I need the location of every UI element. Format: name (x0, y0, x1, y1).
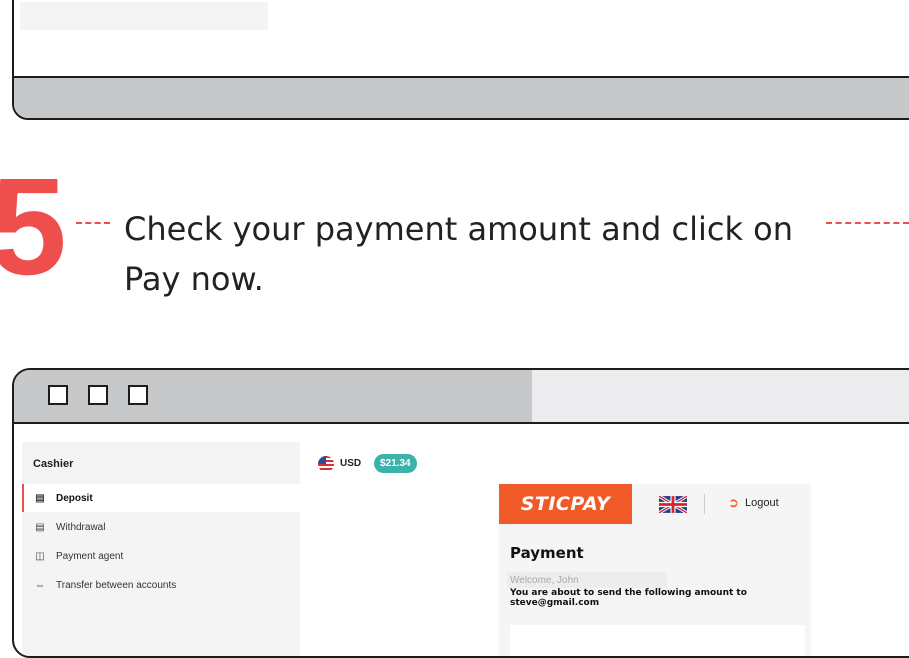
sidebar-item-withdrawal[interactable]: ▤ Withdrawal (22, 513, 300, 541)
payment-agent-icon: ◫ (35, 550, 45, 562)
previous-window-panel (20, 2, 268, 30)
sidebar-item-label: Payment agent (56, 550, 124, 562)
welcome-text: Welcome, John (510, 575, 579, 586)
header-divider (704, 494, 705, 514)
logout-link[interactable]: Logout (745, 497, 779, 509)
wallet-icon: ▤ (35, 492, 45, 504)
address-area (532, 370, 909, 422)
sidebar-title: Cashier (33, 458, 74, 470)
previous-window-footer (14, 76, 909, 118)
window-button-1[interactable] (48, 385, 68, 405)
payment-title: Payment (510, 544, 584, 562)
balance-badge: $21.34 (374, 454, 417, 473)
step-number: 5 (0, 150, 67, 304)
step-instruction-line1: Check your payment amount and click on (124, 210, 793, 248)
sticpay-logo: STICPAY (499, 484, 632, 524)
sidebar-item-transfer[interactable]: ⇔ Transfer between accounts (22, 571, 300, 599)
payment-message: You are about to send the following amou… (510, 588, 790, 608)
window-titlebar (14, 370, 909, 424)
logout-icon[interactable]: ➲ (728, 495, 739, 511)
us-flag-icon (318, 456, 334, 472)
window-button-2[interactable] (88, 385, 108, 405)
wallet-icon: ▤ (35, 521, 45, 533)
payment-message-text: You are about to send the following amou… (510, 588, 747, 598)
sidebar-item-label: Transfer between accounts (56, 579, 177, 591)
dashed-line-right (826, 222, 909, 224)
step-instruction-line2: Pay now. (124, 260, 264, 298)
recipient-email: steve@gmail.com (510, 598, 600, 608)
sticpay-panel: STICPAY ➲ Logout Payment Welcome, John Y… (499, 484, 811, 656)
uk-flag-icon[interactable] (659, 496, 687, 513)
sidebar-item-label: Deposit (56, 492, 93, 504)
previous-step-window (12, 0, 909, 120)
transfer-icon: ⇔ (35, 579, 45, 591)
sidebar-item-label: Withdrawal (56, 521, 106, 533)
browser-window: Cashier ▤ Deposit ▤ Withdrawal ◫ Payment… (12, 368, 909, 658)
window-button-3[interactable] (128, 385, 148, 405)
amount-field (510, 625, 805, 656)
step-instruction: Check your payment amount and click on P… (124, 204, 814, 304)
currency-code[interactable]: USD (340, 458, 361, 469)
sidebar-item-deposit[interactable]: ▤ Deposit (22, 484, 300, 512)
sidebar-item-payment-agent[interactable]: ◫ Payment agent (22, 542, 300, 570)
cashier-sidebar: Cashier ▤ Deposit ▤ Withdrawal ◫ Payment… (22, 442, 300, 656)
previous-window-content (14, 0, 909, 82)
dashed-line-left (76, 222, 110, 224)
